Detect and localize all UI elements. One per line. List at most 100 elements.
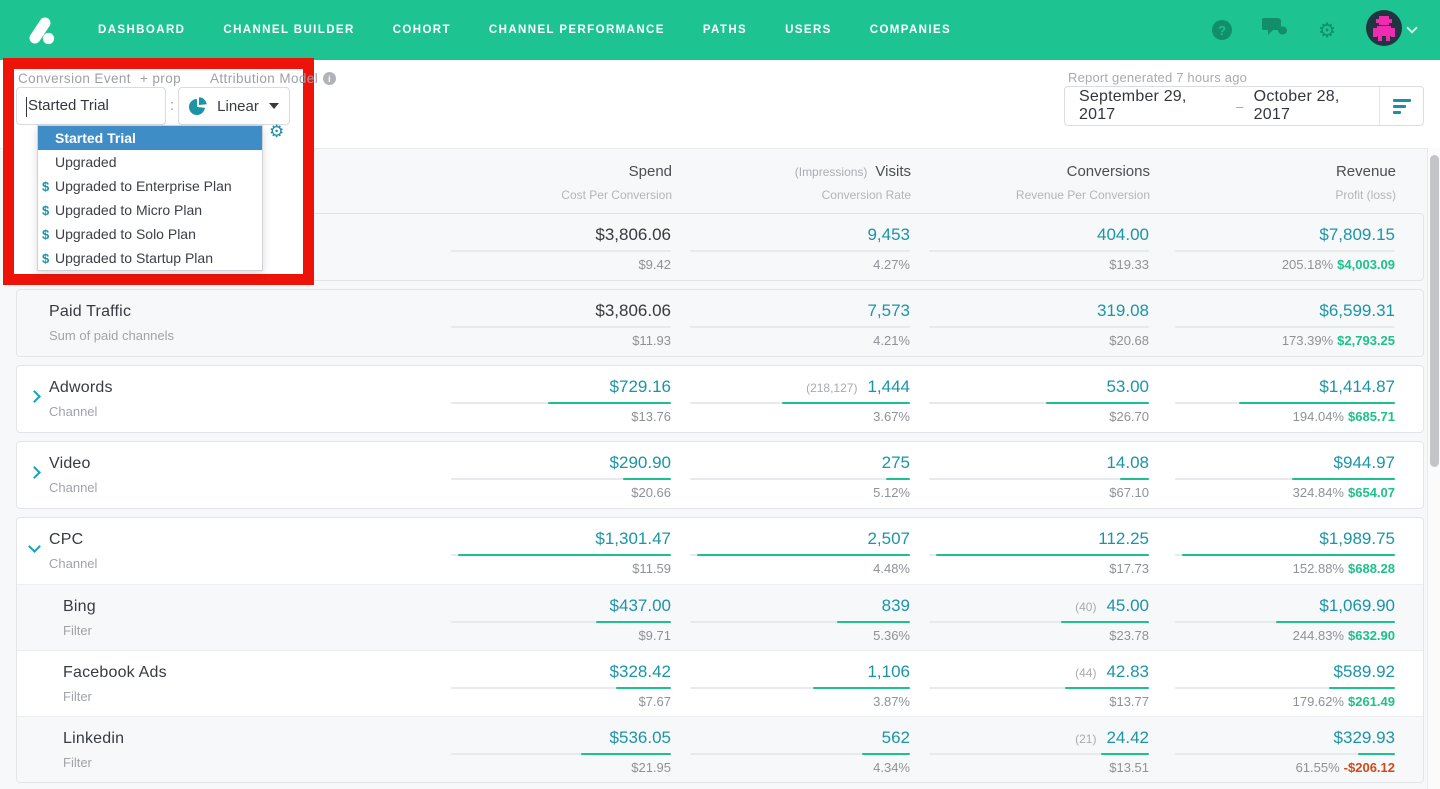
help-icon[interactable]: ? [1212, 20, 1233, 40]
nav-item-dashboard[interactable]: DASHBOARD [98, 24, 185, 36]
profit-value: $632.90 [1348, 628, 1395, 643]
profit-loss: 152.88% $688.28 [1292, 561, 1395, 576]
dropdown-option-started-trial[interactable]: Started Trial [38, 126, 262, 150]
dropdown-option-upgraded[interactable]: Upgraded [38, 150, 262, 174]
report-filter-button[interactable] [1379, 87, 1423, 125]
avatar[interactable] [1366, 9, 1402, 51]
filter-lines-icon [1392, 98, 1411, 114]
spend-bar [451, 753, 671, 755]
conversions-value: 14.08 [1106, 453, 1149, 472]
conversion-rate: 4.27% [873, 257, 910, 272]
nav-menu: DASHBOARD CHANNEL BUILDER COHORT CHANNEL… [98, 24, 951, 36]
conversion-rate: 4.34% [873, 760, 910, 775]
row-sublabel: Filter [63, 689, 92, 704]
conversion-settings-gear-icon[interactable]: ⚙ [269, 124, 284, 141]
impressions-value: (218,127) [806, 381, 858, 395]
revenue-per-conversion: $19.33 [1109, 257, 1149, 272]
revenue-per-conversion: $26.70 [1109, 409, 1149, 424]
info-icon[interactable]: i [323, 72, 337, 85]
conversions-bar [929, 326, 1149, 328]
dollar-icon: $ [42, 202, 50, 218]
visits-bar [690, 402, 910, 404]
dropdown-option-upgraded-solo[interactable]: $ Upgraded to Solo Plan [38, 222, 262, 246]
conversions-cell: (21) 24.42 $13.51 [899, 728, 1149, 775]
revenue-value: $589.92 [1333, 662, 1395, 681]
nav-item-cohort[interactable]: COHORT [393, 24, 451, 36]
nav-item-paths[interactable]: PATHS [703, 24, 747, 36]
revenue-cell: $589.92 179.62% $261.49 [1145, 662, 1395, 709]
visits-cell: 1,106 3.87% [660, 662, 910, 709]
revenue-cell: $1,989.75 152.88% $688.28 [1145, 529, 1395, 576]
date-dash: – [1236, 98, 1244, 114]
visits-cell: (218,127) 1,444 3.67% [660, 377, 910, 424]
date-range-picker[interactable]: September 29, 2017 – October 28, 2017 [1064, 86, 1424, 126]
visits-bar [690, 478, 910, 480]
profit-value: $4,003.09 [1337, 257, 1395, 272]
conversions-bar [929, 478, 1149, 480]
conversions-value: 53.00 [1106, 377, 1149, 396]
table-group-cpc: CPC Channel $1,301.47 $11.59 2,507 4.48%… [16, 517, 1424, 783]
revenue-bar [1175, 478, 1395, 480]
profit-value: $2,793.25 [1337, 333, 1395, 348]
visits-bar [690, 687, 910, 689]
conversions-bar [929, 753, 1149, 755]
separator-colon: : [170, 97, 175, 114]
spend-bar [451, 478, 671, 480]
conversions-cell: 319.08 $20.68 [899, 301, 1149, 348]
conversions-value: 319.08 [1097, 301, 1149, 320]
add-prop-link[interactable]: + prop [140, 71, 181, 86]
nav-item-users[interactable]: USERS [785, 24, 832, 36]
revenue-value: $1,989.75 [1319, 529, 1395, 548]
spend-bar [451, 250, 671, 252]
user-menu[interactable] [1366, 9, 1418, 51]
dropdown-option-upgraded-enterprise[interactable]: $ Upgraded to Enterprise Plan [38, 174, 262, 198]
dropdown-option-upgraded-startup[interactable]: $ Upgraded to Startup Plan [38, 246, 262, 270]
row-label: Linkedin [63, 730, 125, 747]
column-title[interactable]: Revenue [1336, 163, 1396, 180]
settings-gear-icon[interactable]: ⚙ [1318, 20, 1336, 40]
expand-chevron-right-icon[interactable] [28, 466, 41, 479]
column-header-revenue: Revenue Profit (loss) [1096, 163, 1396, 202]
cost-per-conversion: $11.93 [632, 333, 671, 348]
revenue-cell: $1,414.87 194.04% $685.71 [1145, 377, 1395, 424]
conversions-value: 112.25 [1098, 529, 1149, 548]
conversion-event-input[interactable]: Started Trial [16, 87, 166, 125]
visits-bar [690, 621, 910, 623]
dropdown-option-upgraded-micro[interactable]: $ Upgraded to Micro Plan [38, 198, 262, 222]
nav-item-channel-builder[interactable]: CHANNEL BUILDER [223, 24, 354, 36]
revenue-bar [1175, 402, 1395, 404]
table-row-adwords: Adwords Channel $729.16 $13.76 (218,127)… [16, 365, 1424, 433]
profit-loss: 179.62% $261.49 [1292, 694, 1395, 709]
expand-chevron-right-icon[interactable] [28, 390, 41, 403]
revenue-per-conversion: $23.78 [1109, 628, 1149, 643]
pie-chart-icon [189, 97, 207, 115]
attribution-logo-icon[interactable] [24, 13, 58, 47]
cost-per-conversion: $9.42 [638, 257, 671, 272]
revenue-per-conversion: $20.68 [1109, 333, 1149, 348]
table-row-bing: Bing Filter $437.00 $9.71 839 5.36% (40)… [17, 584, 1423, 650]
nav-item-channel-performance[interactable]: CHANNEL PERFORMANCE [489, 24, 665, 36]
column-subtitle: Profit (loss) [1335, 188, 1396, 202]
attribution-model-select[interactable]: Linear [178, 87, 290, 125]
dollar-icon: $ [42, 226, 50, 242]
conversions-bar [929, 250, 1149, 252]
revenue-bar [1175, 753, 1395, 755]
revenue-per-conversion: $13.51 [1109, 760, 1149, 775]
conversions-note: (44) [1075, 666, 1097, 680]
profit-loss: 61.55% -$206.12 [1295, 760, 1395, 775]
visits-bar [690, 326, 910, 328]
row-label: Adwords [49, 379, 113, 396]
nav-item-companies[interactable]: COMPANIES [870, 24, 951, 36]
profit-loss: 244.83% $632.90 [1292, 628, 1395, 643]
conversions-bar [929, 687, 1149, 689]
revenue-value: $1,069.90 [1319, 596, 1395, 615]
visits-cell: 9,453 4.27% [660, 225, 910, 272]
chat-icon[interactable] [1261, 17, 1288, 44]
cost-per-conversion: $21.95 [631, 760, 671, 775]
conversions-value: 404.00 [1097, 225, 1149, 244]
conversion-rate: 5.36% [873, 628, 910, 643]
scrollbar-thumb[interactable] [1430, 155, 1439, 467]
profit-loss: 205.18% $4,003.09 [1281, 257, 1395, 272]
visits-cell: 839 5.36% [660, 596, 910, 643]
collapse-chevron-down-icon[interactable] [28, 540, 41, 553]
